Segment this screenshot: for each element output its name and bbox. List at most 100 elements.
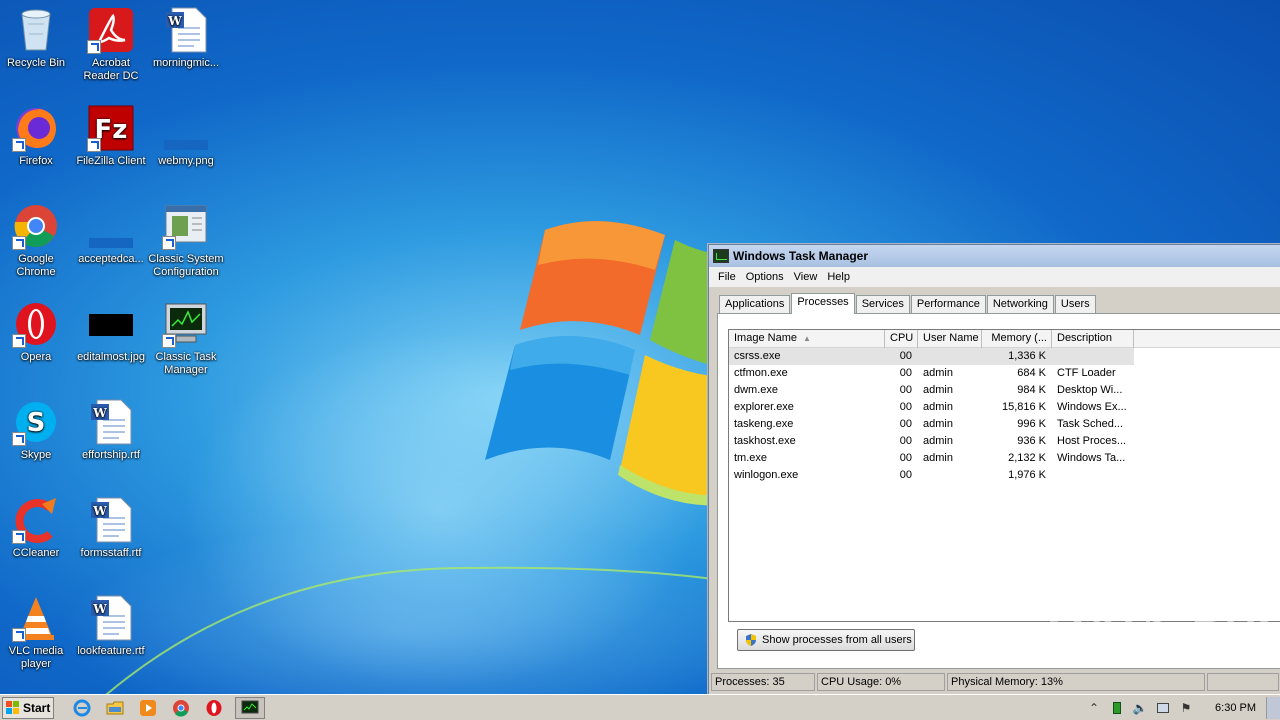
task-manager-icon	[241, 700, 259, 713]
network-activity-icon[interactable]	[1108, 699, 1126, 717]
process-row[interactable]: csrss.exe 00 1,336 K	[729, 348, 1134, 365]
shortcut-arrow-icon	[87, 40, 101, 54]
desktop-icon-ccleaner[interactable]: CCleaner	[0, 492, 74, 560]
system-tray: ⌃ 🔈 ⚑ 6:30 PM	[1080, 695, 1280, 720]
desktop-icon-vlc[interactable]: VLC media player	[0, 590, 74, 671]
desktop-icon-recycle-bin[interactable]: Recycle Bin	[0, 2, 74, 70]
process-cell-memory: 2,132 K	[1008, 452, 1046, 464]
process-cell-memory: 15,816 K	[1001, 401, 1046, 413]
show-all-processes-button[interactable]: Show processes from all users	[737, 629, 915, 651]
volume-icon[interactable]: 🔈	[1131, 699, 1149, 717]
desktop-icon-label: editalmost.jpg	[77, 351, 145, 363]
process-row[interactable]: taskhost.exe 00 admin 936 K Host Proces...	[729, 433, 1280, 450]
play-logo-icon	[1145, 612, 1186, 662]
desktop: Recycle Bin Firefox Google Chrome Opera …	[0, 0, 1280, 694]
start-label: Start	[23, 700, 51, 715]
shortcut-arrow-icon	[12, 432, 26, 446]
taskbar-explorer[interactable]	[103, 697, 127, 719]
process-cell-description: CTF Loader	[1057, 367, 1116, 379]
process-cell-cpu: 00	[899, 350, 912, 362]
menu-options[interactable]: Options	[741, 271, 789, 283]
show-desktop-button[interactable]	[1266, 697, 1280, 719]
column-header-description[interactable]: Description	[1052, 330, 1134, 348]
shortcut-arrow-icon	[12, 236, 26, 250]
column-header-label: Image Name	[734, 332, 797, 344]
window-titlebar[interactable]: Windows Task Manager	[709, 245, 1280, 267]
column-header-memory[interactable]: Memory (...	[982, 330, 1052, 348]
start-button[interactable]: Start	[2, 696, 54, 719]
taskbar-internet-explorer[interactable]	[70, 697, 94, 719]
desktop-icon-webmy[interactable]: webmy.png	[148, 100, 224, 168]
process-row[interactable]: winlogon.exe 00 1,976 K	[729, 467, 1280, 484]
process-cell-memory: 1,336 K	[1008, 350, 1046, 362]
column-header-image-name[interactable]: Image Name ▲	[729, 330, 885, 348]
process-row[interactable]: dwm.exe 00 admin 984 K Desktop Wi...	[729, 382, 1280, 399]
process-cell-description: Desktop Wi...	[1057, 384, 1123, 396]
task-manager-icon	[713, 249, 729, 263]
desktop-icon-lookfeature[interactable]: W lookfeature.rtf	[73, 590, 149, 658]
desktop-icon-label: Acrobat Reader DC	[83, 57, 139, 82]
status-processes: Processes: 35	[711, 673, 815, 691]
column-header-user-name[interactable]: User Name	[918, 330, 982, 348]
sort-ascending-icon: ▲	[802, 334, 811, 343]
tab-processes[interactable]: Processes	[791, 293, 855, 314]
desktop-icon-label: morningmic...	[152, 57, 220, 69]
desktop-icon-skype[interactable]: S Skype	[0, 394, 74, 462]
show-hidden-icons-button[interactable]: ⌃	[1085, 699, 1103, 717]
tab-services[interactable]: Services	[855, 295, 910, 313]
desktop-icon-firefox[interactable]: Firefox	[0, 100, 74, 168]
process-cell-cpu: 00	[899, 401, 912, 413]
desktop-icon-morningmic[interactable]: W morningmic...	[148, 2, 224, 70]
process-cell-user: admin	[923, 401, 953, 413]
action-center-flag-icon[interactable]: ⚑	[1177, 699, 1195, 717]
network-icon[interactable]	[1154, 699, 1172, 717]
process-row[interactable]: explorer.exe 00 admin 15,816 K Windows Ex...	[729, 399, 1280, 416]
menu-view[interactable]: View	[789, 271, 823, 283]
tab-networking[interactable]: Networking	[986, 295, 1054, 313]
process-cell-description: Task Sched...	[1057, 418, 1124, 430]
status-cpu-usage: CPU Usage: 0%	[817, 673, 945, 691]
process-list[interactable]: Image Name ▲ CPU User Name Memory (... De…	[728, 329, 1280, 622]
menu-help[interactable]: Help	[822, 271, 855, 283]
word-document-icon: W	[91, 399, 132, 445]
status-physical-memory: Physical Memory: 13%	[947, 673, 1205, 691]
explorer-folder-icon	[106, 701, 124, 714]
tab-performance[interactable]: Performance	[910, 295, 986, 313]
process-cell-user: admin	[923, 418, 953, 430]
taskbar-media-player[interactable]	[136, 697, 160, 719]
menu-file[interactable]: File	[713, 271, 741, 283]
process-cell-user: admin	[923, 435, 953, 447]
desktop-icon-editalmost[interactable]: editalmost.jpg	[73, 296, 149, 364]
desktop-icon-formsstaff[interactable]: W formsstaff.rtf	[73, 492, 149, 560]
shortcut-arrow-icon	[87, 138, 101, 152]
desktop-icon-acrobat[interactable]: Acrobat Reader DC	[73, 2, 149, 83]
process-cell-cpu: 00	[899, 469, 912, 481]
desktop-icon-label: Skype	[20, 449, 52, 461]
process-cell-user	[918, 348, 982, 365]
process-cell-memory: 684 K	[1017, 367, 1046, 379]
desktop-icon-chrome[interactable]: Google Chrome	[0, 198, 74, 279]
desktop-icon-classic-task-manager[interactable]: Classic Task Manager	[148, 296, 224, 377]
process-row[interactable]: taskeng.exe 00 admin 996 K Task Sched...	[729, 416, 1280, 433]
process-cell-name: taskeng.exe	[734, 418, 794, 430]
process-row[interactable]: ctfmon.exe 00 admin 684 K CTF Loader	[729, 365, 1280, 382]
taskbar-chrome[interactable]	[169, 697, 193, 719]
process-cell-user: admin	[923, 384, 953, 396]
tab-applications[interactable]: Applications	[719, 295, 791, 313]
desktop-icon-system-config[interactable]: Classic System Configuration	[148, 198, 224, 279]
taskbar-opera[interactable]	[202, 697, 226, 719]
desktop-icon-filezilla[interactable]: Fz FileZilla Client	[73, 100, 149, 168]
taskbar-task-manager[interactable]	[235, 696, 265, 719]
process-cell-description: Windows Ta...	[1057, 452, 1126, 464]
desktop-icon-label: Google Chrome	[16, 253, 56, 278]
tab-users[interactable]: Users	[1054, 295, 1096, 313]
clock[interactable]: 6:30 PM	[1215, 702, 1256, 714]
process-row[interactable]: tm.exe 00 admin 2,132 K Windows Ta...	[729, 450, 1280, 467]
desktop-icon-effortship[interactable]: W effortship.rtf	[73, 394, 149, 462]
process-cell-name: taskhost.exe	[734, 435, 796, 447]
svg-text:W: W	[92, 406, 107, 420]
desktop-icon-opera[interactable]: Opera	[0, 296, 74, 364]
word-document-icon: W	[166, 7, 207, 53]
column-header-cpu[interactable]: CPU	[885, 330, 918, 348]
desktop-icon-acceptedca[interactable]: acceptedca...	[73, 198, 149, 266]
